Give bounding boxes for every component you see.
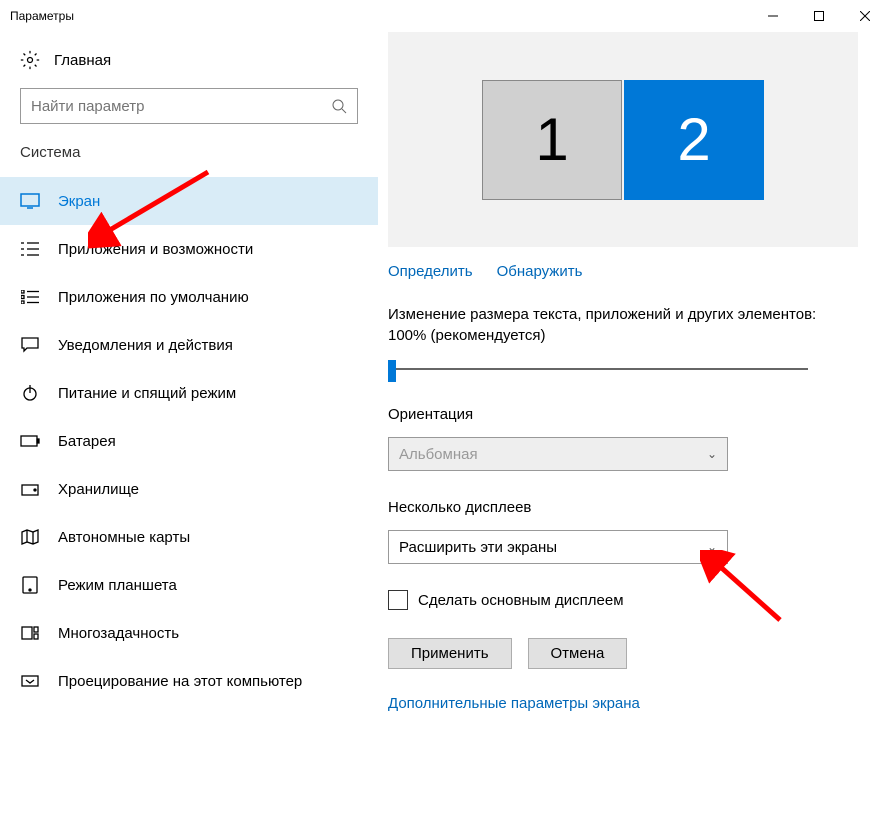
orientation-dropdown[interactable]: Альбомная ⌄ <box>388 437 728 471</box>
close-button[interactable] <box>842 0 888 32</box>
sidebar: Главная Система Экран Приложения и возмо… <box>0 32 378 826</box>
maximize-button[interactable] <box>796 0 842 32</box>
sidebar-item-label: Питание и спящий режим <box>58 385 236 402</box>
sidebar-item-label: Автономные карты <box>58 529 190 546</box>
sidebar-item-tablet[interactable]: Режим планшета <box>0 561 378 609</box>
search-input[interactable] <box>31 98 331 115</box>
sidebar-item-label: Батарея <box>58 433 116 450</box>
home-link[interactable]: Главная <box>0 50 378 88</box>
list-icon <box>20 239 40 259</box>
orientation-label: Ориентация <box>388 404 848 425</box>
scale-label: Изменение размера текста, приложений и д… <box>388 304 848 346</box>
minimize-button[interactable] <box>750 0 796 32</box>
multi-display-label: Несколько дисплеев <box>388 497 848 518</box>
sidebar-item-battery[interactable]: Батарея <box>0 417 378 465</box>
orientation-value: Альбомная <box>399 446 478 463</box>
monitor-2[interactable]: 2 <box>624 80 764 200</box>
storage-icon <box>20 479 40 499</box>
sidebar-item-power[interactable]: Питание и спящий режим <box>0 369 378 417</box>
search-icon <box>331 98 347 114</box>
sidebar-item-apps[interactable]: Приложения и возможности <box>0 225 378 273</box>
cancel-button[interactable]: Отмена <box>528 638 628 669</box>
sidebar-item-storage[interactable]: Хранилище <box>0 465 378 513</box>
window-title: Параметры <box>10 9 750 23</box>
multi-display-dropdown[interactable]: Расширить эти экраны ⌄ <box>388 530 728 564</box>
sidebar-item-label: Экран <box>58 193 100 210</box>
gear-icon <box>20 50 40 70</box>
apply-button[interactable]: Применить <box>388 638 512 669</box>
battery-icon <box>20 431 40 451</box>
monitor-1[interactable]: 1 <box>482 80 622 200</box>
sidebar-item-label: Приложения и возможности <box>58 241 253 258</box>
scale-slider[interactable] <box>388 358 808 382</box>
chat-icon <box>20 335 40 355</box>
checkbox[interactable] <box>388 590 408 610</box>
identify-link[interactable]: Определить <box>388 263 473 280</box>
detect-link[interactable]: Обнаружить <box>497 263 583 280</box>
main-display-checkbox-row[interactable]: Сделать основным дисплеем <box>388 590 858 610</box>
section-label: Система <box>0 144 378 177</box>
sidebar-item-notifications[interactable]: Уведомления и действия <box>0 321 378 369</box>
main-display-label: Сделать основным дисплеем <box>418 592 624 609</box>
multi-display-value: Расширить эти экраны <box>399 539 557 556</box>
map-icon <box>20 527 40 547</box>
sidebar-item-label: Хранилище <box>58 481 139 498</box>
sidebar-item-label: Многозадачность <box>58 625 179 642</box>
advanced-link[interactable]: Дополнительные параметры экрана <box>388 695 858 712</box>
search-box[interactable] <box>20 88 358 124</box>
slider-thumb[interactable] <box>388 360 396 382</box>
sidebar-item-default-apps[interactable]: Приложения по умолчанию <box>0 273 378 321</box>
sidebar-item-label: Приложения по умолчанию <box>58 289 249 306</box>
slider-track <box>388 368 808 370</box>
sidebar-item-multitask[interactable]: Многозадачность <box>0 609 378 657</box>
chevron-down-icon: ⌄ <box>707 447 717 461</box>
sidebar-item-label: Уведомления и действия <box>58 337 233 354</box>
sidebar-item-display[interactable]: Экран <box>0 177 378 225</box>
sidebar-item-label: Режим планшета <box>58 577 177 594</box>
power-icon <box>20 383 40 403</box>
home-label: Главная <box>54 52 111 69</box>
tablet-icon <box>20 575 40 595</box>
content-area: 1 2 Определить Обнаружить Изменение разм… <box>378 32 888 826</box>
chevron-down-icon: ⌄ <box>707 540 717 554</box>
list2-icon <box>20 287 40 307</box>
project-icon <box>20 671 40 691</box>
multitask-icon <box>20 623 40 643</box>
monitor-icon <box>20 191 40 211</box>
sidebar-item-maps[interactable]: Автономные карты <box>0 513 378 561</box>
sidebar-item-label: Проецирование на этот компьютер <box>58 673 302 690</box>
titlebar: Параметры <box>0 0 888 32</box>
monitor-preview[interactable]: 1 2 <box>388 32 858 247</box>
sidebar-item-project[interactable]: Проецирование на этот компьютер <box>0 657 378 705</box>
